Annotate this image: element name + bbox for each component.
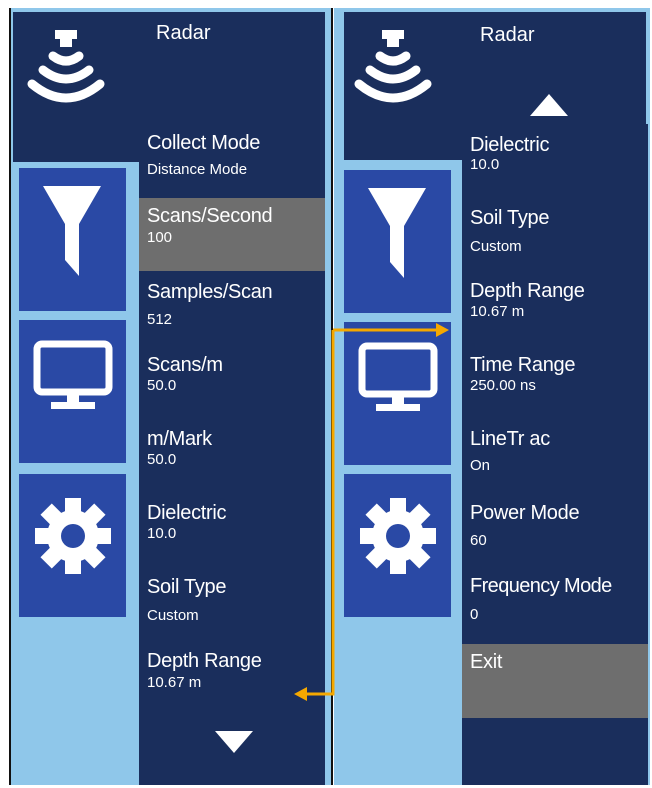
- scroll-continuation-arrow: [294, 323, 449, 701]
